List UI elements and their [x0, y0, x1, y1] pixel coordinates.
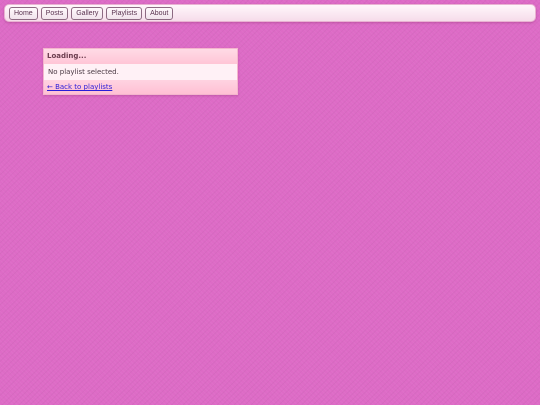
nav-playlists-button[interactable]: Playlists: [106, 6, 143, 20]
panel-footer: ← Back to playlists: [44, 80, 237, 94]
nav-home-button[interactable]: Home: [9, 6, 38, 20]
top-navbar: Home Posts Gallery Playlists About: [4, 4, 536, 22]
back-to-playlists-link[interactable]: ← Back to playlists: [47, 83, 112, 91]
nav-gallery-button[interactable]: Gallery: [71, 6, 104, 20]
panel-message: No playlist selected.: [44, 64, 237, 80]
nav-posts-button[interactable]: Posts: [40, 6, 69, 20]
panel-title: Loading...: [44, 49, 237, 64]
playlist-panel: Loading... No playlist selected. ← Back …: [43, 48, 238, 95]
nav-about-button[interactable]: About: [145, 6, 174, 20]
